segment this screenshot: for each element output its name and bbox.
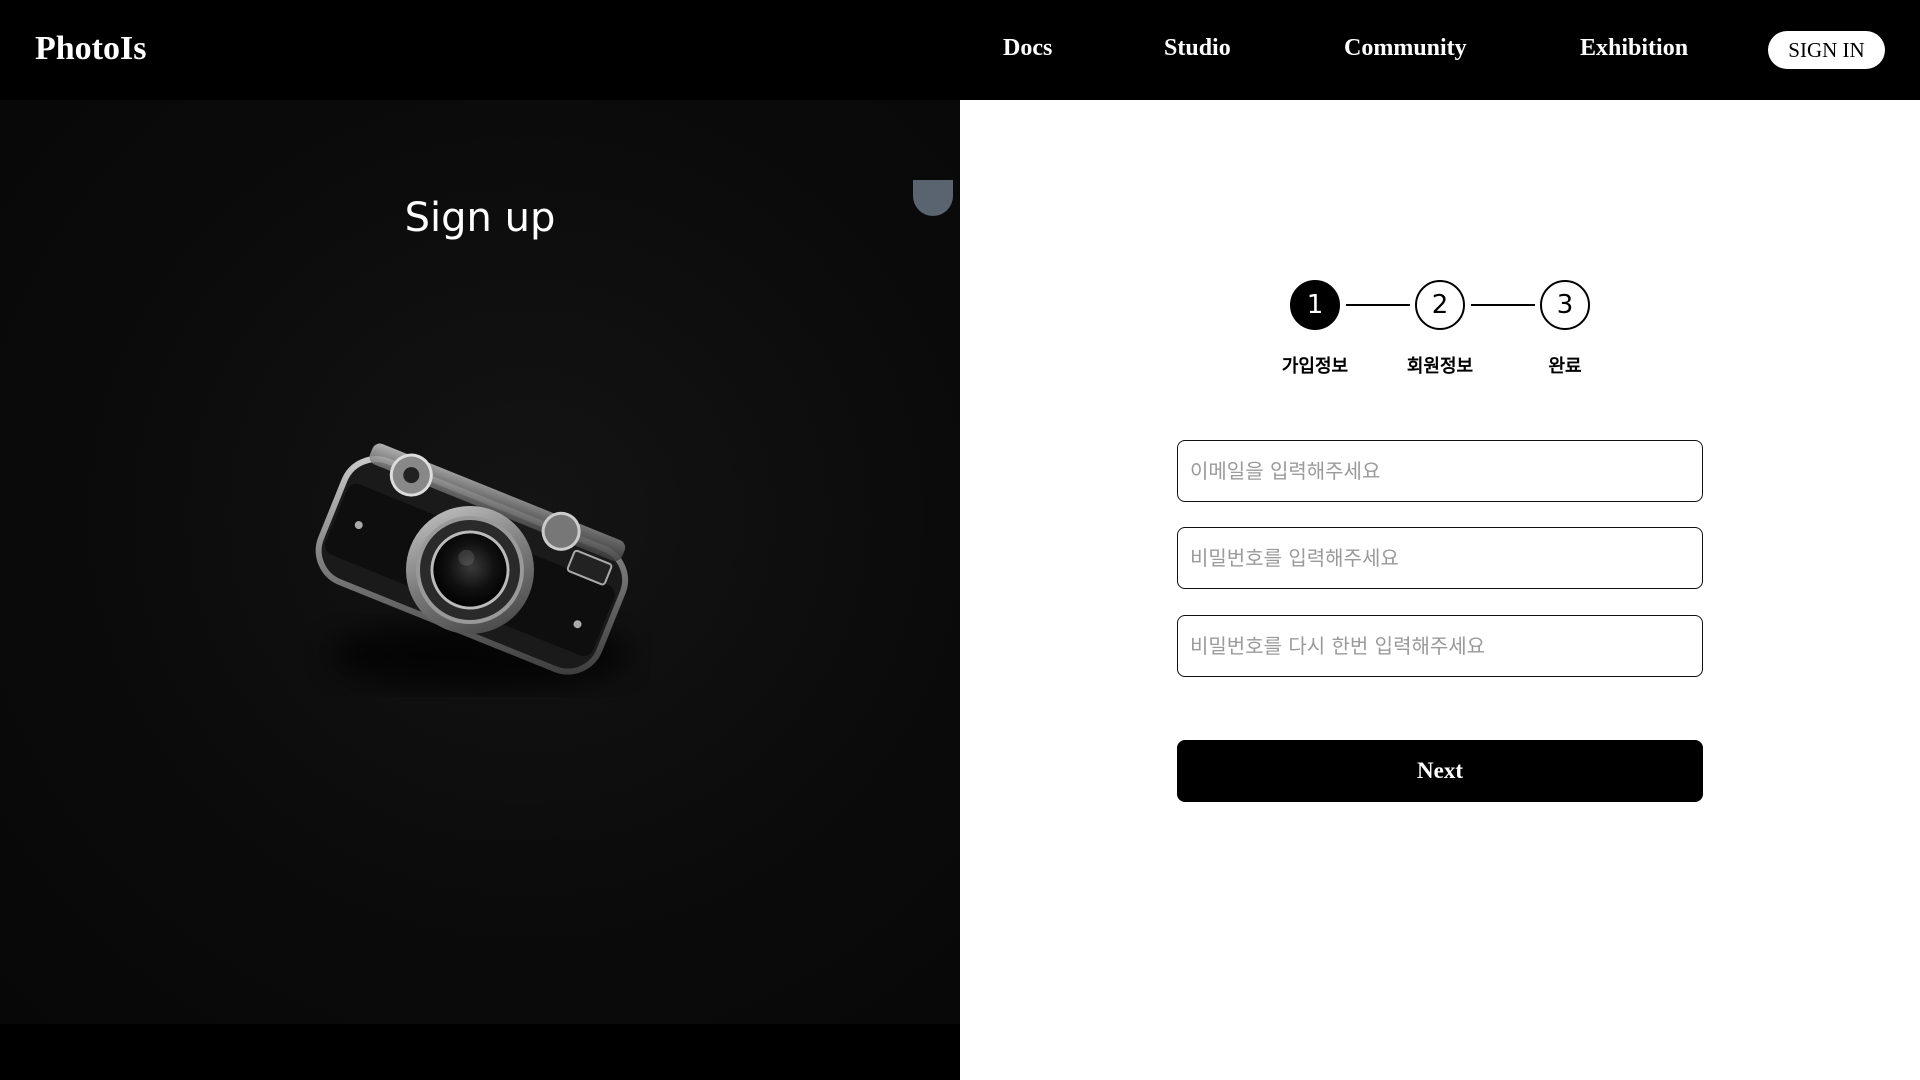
- step-connector: [1346, 304, 1410, 306]
- email-field[interactable]: [1177, 440, 1703, 502]
- step-1-indicator: 1: [1290, 280, 1340, 330]
- password-field[interactable]: [1177, 527, 1703, 589]
- step-1-label: 가입정보: [1281, 356, 1349, 377]
- sign-in-button[interactable]: SIGN IN: [1768, 31, 1885, 69]
- step-connector: [1471, 304, 1535, 306]
- step-2-indicator: 2: [1415, 280, 1465, 330]
- nav-link-community[interactable]: Community: [1344, 35, 1467, 62]
- hero-panel: Sign up: [0, 100, 960, 1024]
- signup-form-panel: [960, 100, 1920, 1080]
- nav-link-docs[interactable]: Docs: [1003, 35, 1052, 62]
- password-confirm-field[interactable]: [1177, 615, 1703, 677]
- signup-stepper: 1 2 3 가입정보 회원정보 완료: [1282, 280, 1590, 380]
- step-2-label: 회원정보: [1406, 356, 1474, 377]
- camera-image: [290, 420, 650, 720]
- footer-band: [0, 1024, 960, 1080]
- nav-link-studio[interactable]: Studio: [1164, 35, 1231, 62]
- site-logo[interactable]: PhotoIs: [35, 30, 146, 68]
- step-3-indicator: 3: [1540, 280, 1590, 330]
- page-title: Sign up: [404, 195, 556, 241]
- top-navigation-bar: PhotoIs Docs Studio Community Exhibition…: [0, 0, 1920, 100]
- nav-link-exhibition[interactable]: Exhibition: [1580, 35, 1688, 62]
- step-3-label: 완료: [1548, 356, 1582, 377]
- next-button[interactable]: Next: [1177, 740, 1703, 802]
